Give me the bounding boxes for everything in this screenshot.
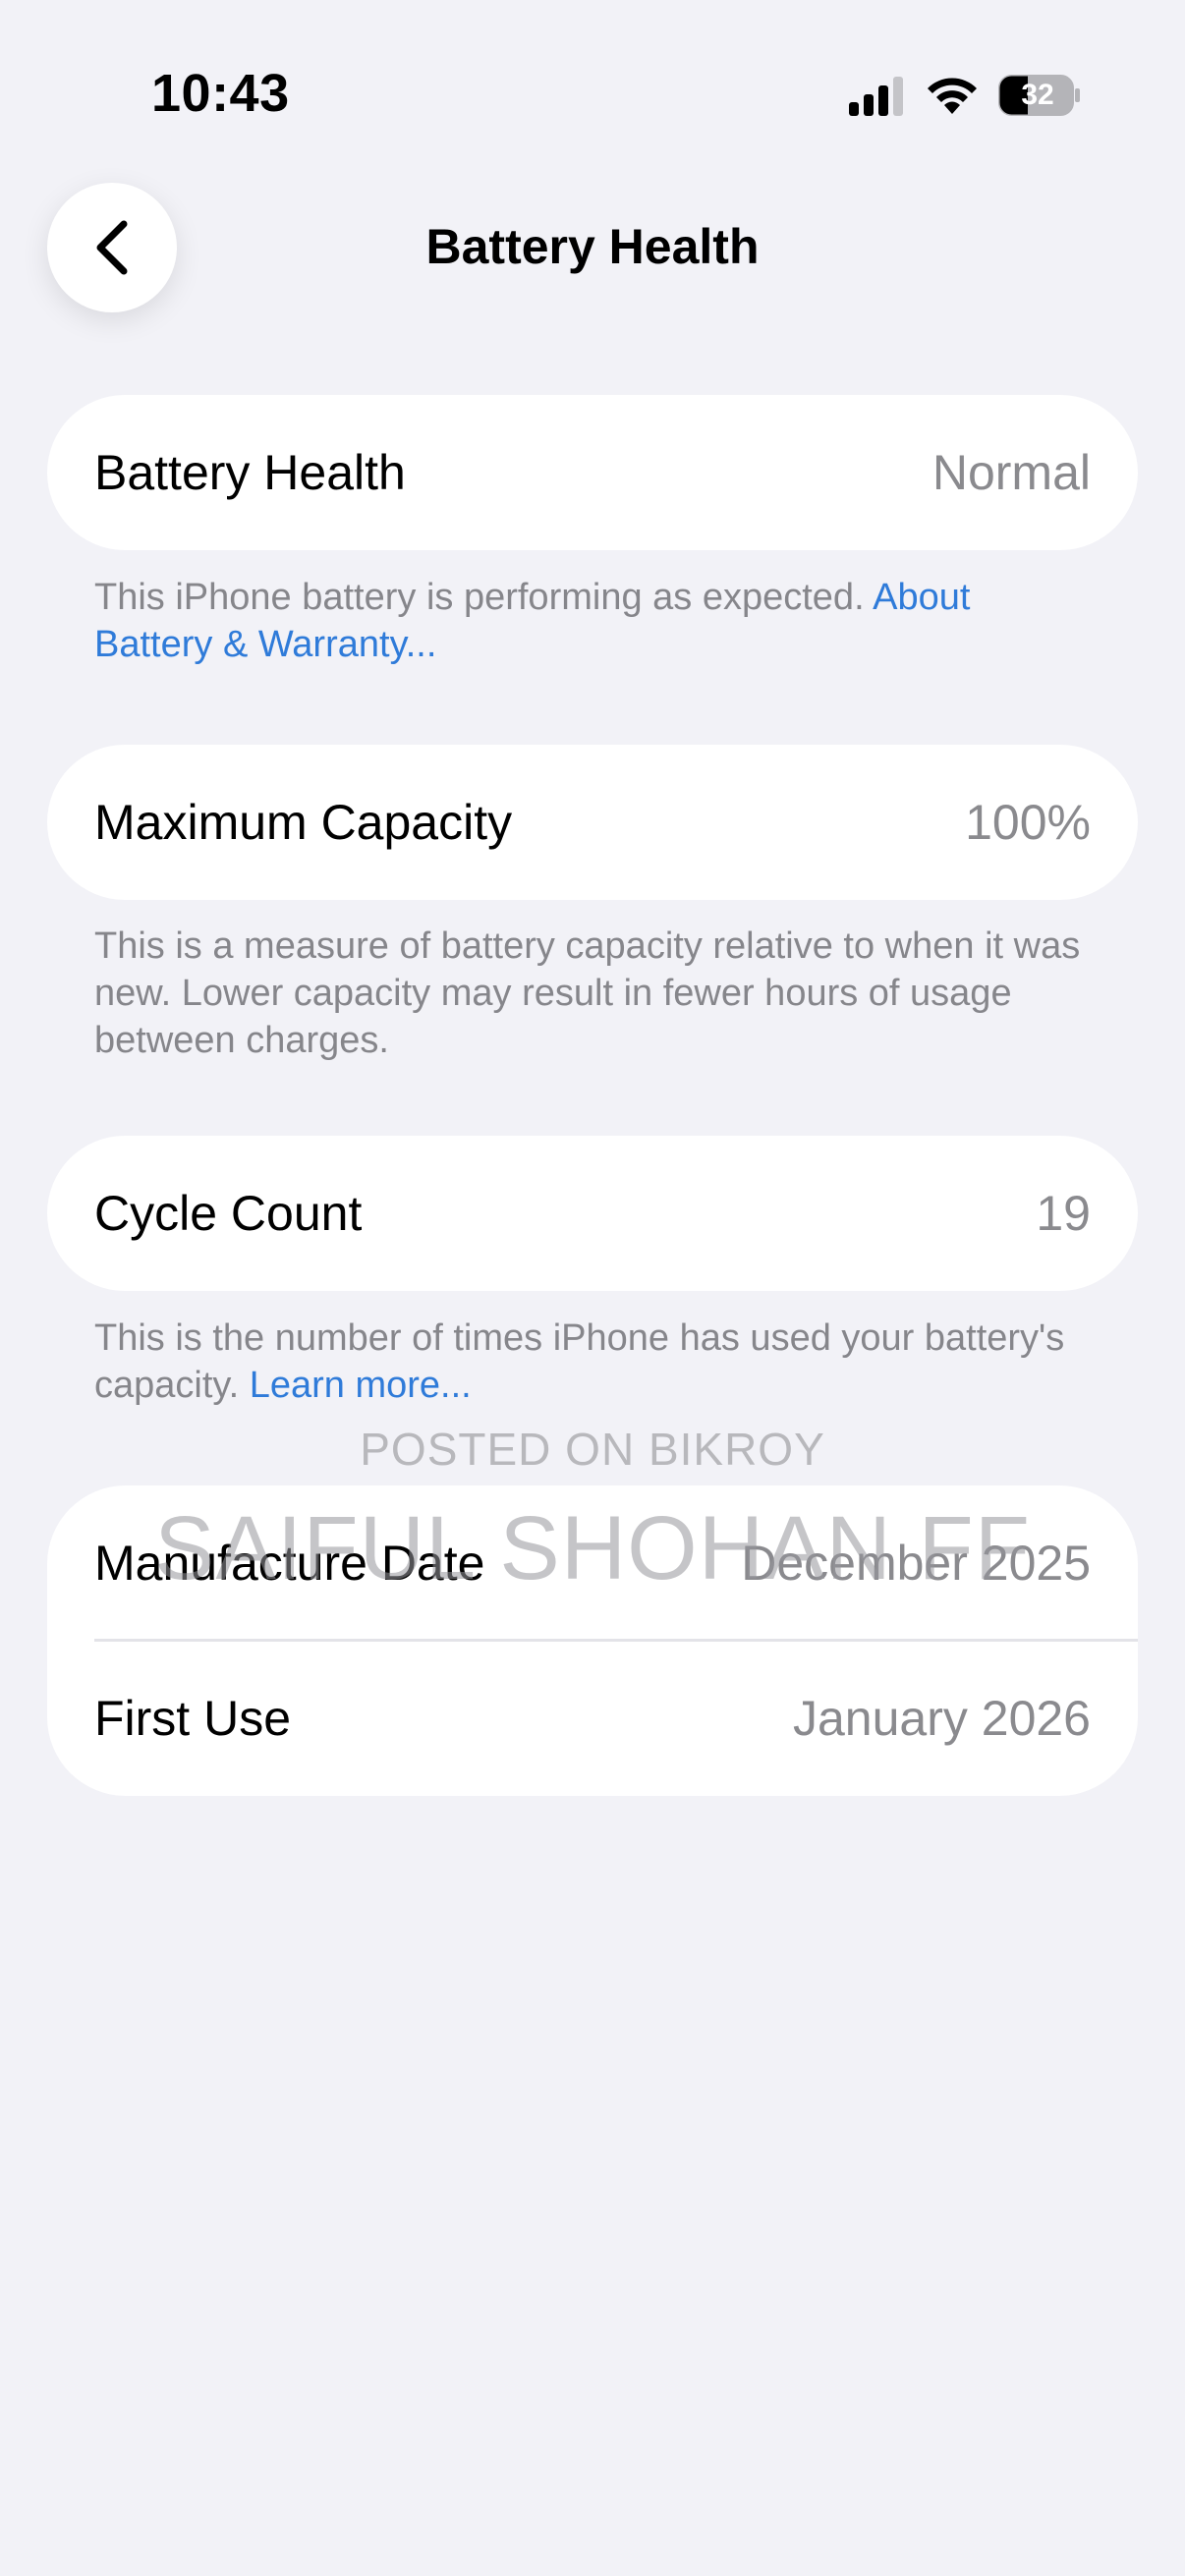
max-capacity-card: Maximum Capacity 100% — [47, 745, 1138, 900]
cycle-count-card: Cycle Count 19 — [47, 1136, 1138, 1291]
status-bar: 10:43 32 — [0, 0, 1185, 187]
max-capacity-value: 100% — [965, 795, 1091, 850]
wifi-icon — [928, 78, 977, 114]
first-use-row: First Use January 2026 — [94, 1641, 1091, 1796]
watermark-posted-on: POSTED ON BIKROY — [360, 1424, 825, 1475]
cycle-count-note: This is the number of times iPhone has u… — [94, 1317, 1065, 1406]
battery-health-card: Battery Health Normal — [47, 395, 1138, 550]
battery-health-row: Battery Health Normal — [94, 395, 1091, 550]
signal-icon — [849, 77, 903, 116]
battery-health-value: Normal — [931, 445, 1091, 500]
page-title: Battery Health — [425, 219, 760, 274]
cycle-count-label: Cycle Count — [94, 1186, 363, 1241]
status-time: 10:43 — [151, 64, 290, 123]
cycle-count-value: 19 — [1036, 1186, 1091, 1241]
max-capacity-label: Maximum Capacity — [94, 795, 513, 850]
battery-health-note: This iPhone battery is performing as exp… — [94, 577, 874, 618]
battery-health-label: Battery Health — [94, 445, 406, 500]
battery-health-footnote: This iPhone battery is performing as exp… — [94, 574, 1087, 668]
cycle-count-footnote: This is the number of times iPhone has u… — [94, 1315, 1087, 1409]
learn-more-link[interactable]: Learn more... — [250, 1365, 472, 1406]
max-capacity-footnote: This is a measure of battery capacity re… — [94, 925, 1081, 1061]
watermark-seller-name: SAIFUL SHOHAN FF — [154, 1498, 1031, 1598]
first-use-label: First Use — [94, 1691, 291, 1746]
max-capacity-row: Maximum Capacity 100% — [94, 745, 1091, 900]
first-use-value: January 2026 — [792, 1691, 1091, 1746]
battery-level-text: 32 — [1021, 79, 1054, 111]
cycle-count-row: Cycle Count 19 — [94, 1136, 1091, 1291]
